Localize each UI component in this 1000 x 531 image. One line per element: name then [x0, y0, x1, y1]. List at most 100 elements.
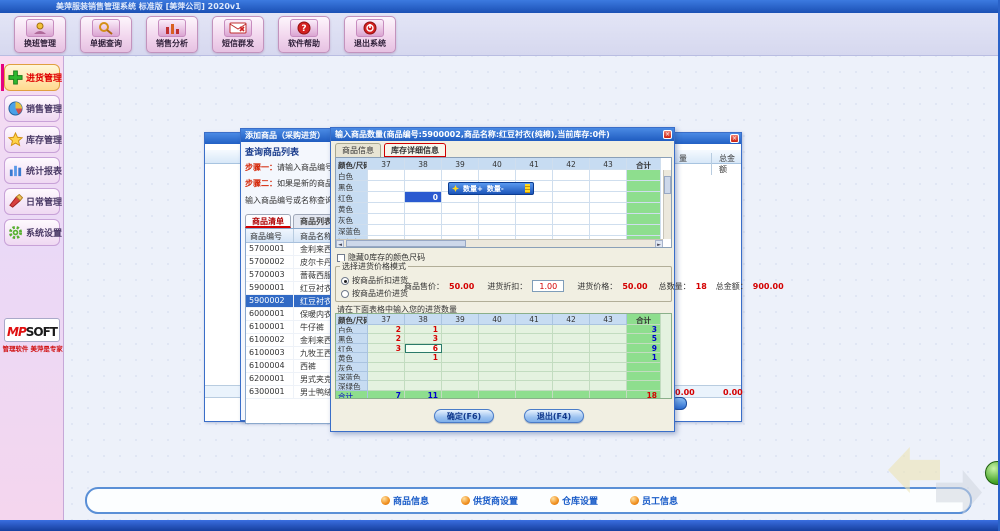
entry-cell[interactable]: 2 — [368, 334, 405, 343]
entry-cell[interactable] — [590, 372, 627, 381]
sidebar-item-pie[interactable]: 销售管理 — [4, 95, 60, 122]
entry-cell[interactable] — [479, 372, 516, 381]
toolbar-grip-icon[interactable] — [525, 184, 530, 193]
close-icon[interactable]: × — [663, 130, 672, 139]
entry-cell[interactable] — [405, 363, 442, 372]
scroll-right-icon[interactable]: ► — [655, 240, 663, 248]
bottom-link-商品信息[interactable]: 商品信息 — [381, 494, 429, 507]
entry-cell[interactable] — [479, 334, 516, 343]
horizontal-scrollbar[interactable]: ◄ ► — [336, 239, 663, 247]
sidebar-item-plus[interactable]: 进货管理 — [4, 64, 60, 91]
entry-cell[interactable] — [590, 353, 627, 362]
stock-cell[interactable] — [553, 192, 590, 203]
entry-cell[interactable] — [553, 363, 590, 372]
entry-cell[interactable] — [553, 325, 590, 334]
stock-cell[interactable] — [553, 170, 590, 181]
stock-cell[interactable]: 0 — [405, 192, 442, 203]
stock-cell[interactable] — [405, 170, 442, 181]
entry-cell[interactable]: 3 — [405, 334, 442, 343]
stock-cell[interactable] — [405, 181, 442, 192]
entry-cell[interactable] — [553, 334, 590, 343]
radio-discount-mode[interactable]: 按商品折扣进货 — [341, 275, 408, 286]
stock-cell[interactable] — [479, 170, 516, 181]
entry-cell[interactable] — [442, 334, 479, 343]
entry-cell[interactable] — [442, 344, 479, 353]
stock-cell[interactable] — [553, 214, 590, 225]
toolbar-button-sms[interactable]: 短信群发 — [212, 16, 264, 53]
entry-cell[interactable] — [479, 353, 516, 362]
entry-cell[interactable] — [553, 381, 590, 390]
stock-cell[interactable] — [442, 214, 479, 225]
radio-icon[interactable] — [341, 277, 349, 285]
sidebar-item-star[interactable]: 库存管理 — [4, 126, 60, 153]
stock-cell[interactable] — [553, 225, 590, 236]
quick-assist-button[interactable] — [985, 461, 1000, 485]
bottom-link-供货商设置[interactable]: 供货商设置 — [461, 494, 518, 507]
tab-stock-detail[interactable]: 库存详细信息 — [384, 143, 446, 157]
stock-cell[interactable] — [590, 181, 627, 192]
discount-input[interactable] — [532, 280, 564, 292]
sidebar-item-brush[interactable]: 日常管理 — [4, 188, 60, 215]
entry-cell[interactable] — [479, 381, 516, 390]
entry-cell[interactable] — [479, 344, 516, 353]
scrollbar-thumb[interactable] — [664, 176, 671, 194]
stock-cell[interactable] — [368, 170, 405, 181]
stock-cell[interactable] — [479, 225, 516, 236]
entry-cell[interactable] — [553, 353, 590, 362]
entry-cell[interactable] — [590, 325, 627, 334]
stock-cell[interactable] — [516, 214, 553, 225]
stock-cell[interactable] — [442, 225, 479, 236]
stock-cell[interactable] — [368, 214, 405, 225]
entry-cell[interactable] — [516, 334, 553, 343]
stock-cell[interactable] — [405, 203, 442, 214]
entry-cell[interactable] — [368, 363, 405, 372]
ok-button[interactable]: 确定(F6) — [434, 409, 494, 423]
entry-cell[interactable]: 6 — [405, 344, 442, 353]
vertical-scrollbar[interactable] — [663, 170, 671, 239]
tab-product-info[interactable]: 商品信息 — [335, 143, 381, 157]
toolbar-button-user[interactable]: 换班管理 — [14, 16, 66, 53]
radio-icon[interactable] — [341, 290, 349, 298]
toolbar-button-chart[interactable]: 销售分析 — [146, 16, 198, 53]
toolbar-button-exit[interactable]: 退出系统 — [344, 16, 396, 53]
stock-cell[interactable] — [516, 203, 553, 214]
entry-cell[interactable] — [405, 372, 442, 381]
entry-cell[interactable] — [479, 363, 516, 372]
scroll-left-icon[interactable]: ◄ — [336, 240, 344, 248]
stock-cell[interactable] — [590, 225, 627, 236]
entry-cell[interactable] — [479, 325, 516, 334]
stock-cell[interactable] — [553, 181, 590, 192]
bottom-link-员工信息[interactable]: 员工信息 — [630, 494, 678, 507]
entry-cell[interactable] — [516, 344, 553, 353]
exit-button[interactable]: 退出(F4) — [524, 409, 584, 423]
qty-minus-button[interactable]: 数量- — [487, 184, 504, 194]
stock-cell[interactable] — [590, 214, 627, 225]
entry-cell[interactable] — [368, 372, 405, 381]
entry-cell[interactable] — [516, 381, 553, 390]
entry-cell[interactable] — [442, 363, 479, 372]
move-handle-icon[interactable] — [452, 185, 459, 192]
entry-cell[interactable]: 2 — [368, 325, 405, 334]
stock-cell[interactable] — [442, 170, 479, 181]
entry-cell[interactable] — [553, 344, 590, 353]
entry-cell[interactable] — [368, 353, 405, 362]
entry-cell[interactable] — [590, 344, 627, 353]
entry-cell[interactable] — [590, 381, 627, 390]
scrollbar-thumb[interactable] — [346, 240, 466, 247]
entry-cell[interactable]: 3 — [368, 344, 405, 353]
sidebar-item-bars[interactable]: 统计报表 — [4, 157, 60, 184]
stock-cell[interactable] — [368, 181, 405, 192]
tab-product-list[interactable]: 商品清单 — [245, 214, 291, 228]
entry-cell[interactable] — [442, 381, 479, 390]
sidebar-item-gear[interactable]: 系统设置 — [4, 219, 60, 246]
entry-cell[interactable] — [405, 381, 442, 390]
entry-cell[interactable] — [442, 372, 479, 381]
entry-cell[interactable] — [590, 363, 627, 372]
entry-cell[interactable] — [553, 372, 590, 381]
close-icon[interactable]: × — [730, 134, 739, 143]
stock-cell[interactable] — [479, 214, 516, 225]
stock-cell[interactable] — [405, 214, 442, 225]
stock-cell[interactable] — [590, 170, 627, 181]
stock-cell[interactable] — [368, 192, 405, 203]
entry-cell[interactable] — [516, 363, 553, 372]
